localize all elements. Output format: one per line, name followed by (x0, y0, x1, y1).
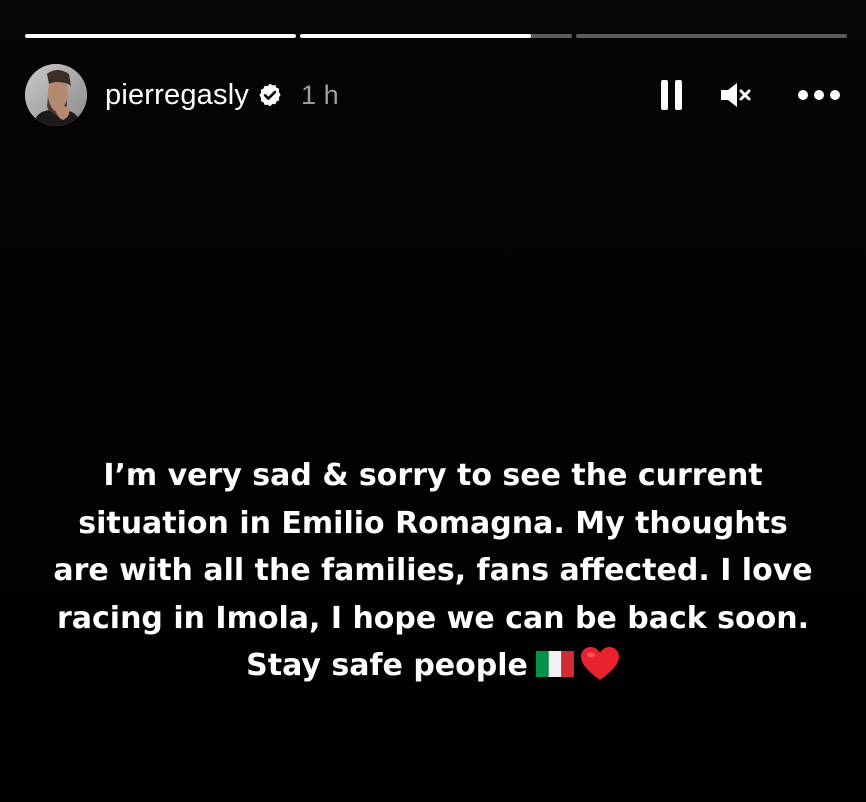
story-progress-bar (25, 34, 847, 38)
post-time: 1 h (301, 79, 339, 110)
progress-segment-3 (575, 34, 847, 38)
avatar[interactable] (25, 64, 87, 126)
story-header: pierregasly 1 h (25, 63, 841, 127)
caption-line: situation in Emilio Romagna. My thoughts (78, 505, 788, 541)
username[interactable]: pierregasly (105, 79, 249, 112)
progress-segment-2 (300, 34, 572, 38)
story-viewer[interactable]: pierregasly 1 h I’m very sad & sorry to … (0, 0, 866, 802)
progress-segment-1 (25, 34, 297, 38)
red-heart-emoji (580, 646, 620, 697)
more-dots-icon[interactable] (797, 88, 841, 102)
caption-line: racing in Imola, I hope we can be back s… (56, 600, 810, 636)
caption-last-line: Stay safe people (20, 642, 846, 697)
verified-badge-icon (257, 82, 283, 108)
story-caption: I’m very sad & sorry to see the current … (20, 452, 846, 697)
progress-fill-1 (25, 34, 297, 38)
caption-line: Stay safe people (246, 648, 528, 683)
caption-line: are with all the families, fans affected… (53, 553, 813, 588)
progress-fill-2 (300, 34, 531, 38)
avatar-photo (25, 64, 87, 126)
caption-line: I’m very sad & sorry to see the current (103, 458, 763, 493)
pause-icon[interactable] (659, 78, 685, 112)
speaker-muted-icon[interactable] (719, 80, 753, 110)
italy-flag-emoji (535, 644, 574, 692)
story-controls (659, 78, 841, 112)
